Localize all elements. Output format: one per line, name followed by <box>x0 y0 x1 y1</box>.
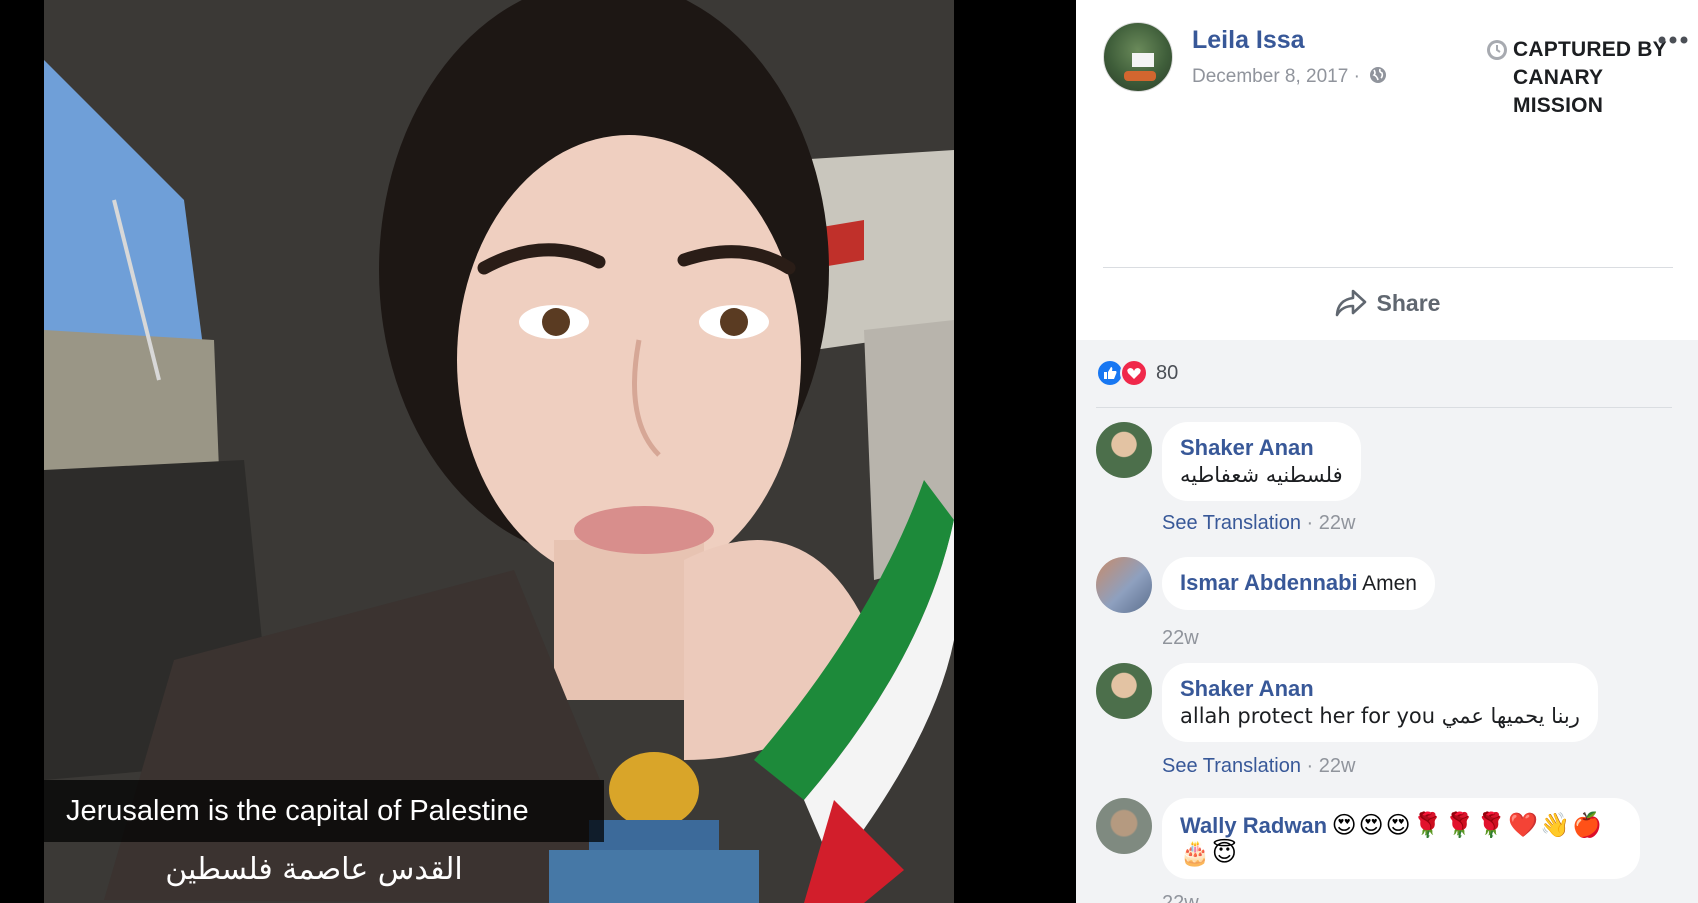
comment-meta: See Translation · 22w <box>1162 512 1356 534</box>
watermark-line2: CANARY MISSION <box>1513 66 1604 117</box>
photo-caption-english: Jerusalem is the capital of Palestine <box>44 780 604 842</box>
divider <box>1103 267 1673 268</box>
comment-bubble: Shaker Anan allah protect her for you رب… <box>1162 663 1598 742</box>
comment: Wally Radwan 😍😍😍🌹🌹🌹❤️👋🍎 🎂😇 22w <box>1096 798 1686 903</box>
commenter-avatar[interactable] <box>1096 422 1152 478</box>
comment-time[interactable]: 22w <box>1319 512 1356 534</box>
comment-text: Amen <box>1362 572 1417 595</box>
comment-text: allah protect her for you ربنا يحميها عم… <box>1180 704 1580 728</box>
post-photo[interactable]: Jerusalem is the capital of Palestine ال… <box>44 0 954 903</box>
commenter-name[interactable]: Shaker Anan <box>1180 676 1580 702</box>
clock-icon <box>1487 40 1507 60</box>
comment: Shaker Anan فلسطنيه شعفاطيه See Translat… <box>1096 422 1686 542</box>
comment-text: فلسطنيه شعفاطيه <box>1180 463 1343 487</box>
comment: Shaker Anan allah protect her for you رب… <box>1096 663 1686 788</box>
see-translation-link[interactable]: See Translation <box>1162 755 1301 777</box>
comment-emoji-line2: 🎂😇 <box>1180 839 1239 867</box>
globe-icon[interactable] <box>1369 66 1387 84</box>
commenter-avatar[interactable] <box>1096 798 1152 854</box>
comment-time[interactable]: 22w <box>1162 627 1199 649</box>
comment-bubble: Shaker Anan فلسطنيه شعفاطيه <box>1162 422 1361 501</box>
comment-meta: 22w <box>1162 892 1199 903</box>
selfie-illustration <box>44 0 954 903</box>
post-panel: Leila Issa December 8, 2017 · CAPTURED B… <box>1076 0 1698 903</box>
post-date: December 8, 2017 · <box>1192 66 1387 88</box>
commenter-avatar[interactable] <box>1096 663 1152 719</box>
comment-time[interactable]: 22w <box>1319 755 1356 777</box>
photo-caption-arabic: القدس عاصمة فلسطين <box>165 852 463 887</box>
commenter-name[interactable]: Shaker Anan <box>1180 435 1343 461</box>
comment-meta: See Translation · 22w <box>1162 755 1356 777</box>
reaction-count: 80 <box>1156 361 1179 384</box>
post-date-text[interactable]: December 8, 2017 <box>1192 66 1348 87</box>
comments-section: 80 Shaker Anan فلسطنيه شعفاطيه See Trans… <box>1076 340 1698 903</box>
date-separator: · <box>1353 66 1360 87</box>
comment-emoji-line1: 😍😍😍🌹🌹🌹❤️👋🍎 <box>1331 811 1604 839</box>
share-button[interactable]: Share <box>1076 272 1698 334</box>
comment-meta: 22w <box>1162 627 1199 650</box>
more-options-icon[interactable] <box>1656 30 1690 50</box>
commenter-avatar[interactable] <box>1096 557 1152 613</box>
comment-bubble: Ismar Abdennabi Amen <box>1162 557 1435 610</box>
comment-bubble: Wally Radwan 😍😍😍🌹🌹🌹❤️👋🍎 🎂😇 <box>1162 798 1640 879</box>
watermark-line1: CAPTURED BY <box>1513 38 1667 61</box>
author-avatar[interactable] <box>1103 22 1173 92</box>
comment: Ismar Abdennabi Amen 22w <box>1096 557 1686 657</box>
divider <box>1096 407 1672 408</box>
author-name[interactable]: Leila Issa <box>1192 26 1305 55</box>
see-translation-link[interactable]: See Translation <box>1162 512 1301 534</box>
love-icon <box>1120 359 1148 387</box>
commenter-name[interactable]: Ismar Abdennabi <box>1180 570 1358 595</box>
canary-mission-watermark: CAPTURED BY CANARY MISSION <box>1486 34 1676 117</box>
share-label: Share <box>1376 289 1441 316</box>
reactions-summary[interactable]: 80 <box>1096 358 1178 388</box>
commenter-name[interactable]: Wally Radwan <box>1180 813 1327 838</box>
post-header: Leila Issa December 8, 2017 · CAPTURED B… <box>1076 0 1698 117</box>
share-icon <box>1335 289 1366 317</box>
photo-stage: Jerusalem is the capital of Palestine ال… <box>0 0 1076 903</box>
comment-time[interactable]: 22w <box>1162 892 1199 903</box>
